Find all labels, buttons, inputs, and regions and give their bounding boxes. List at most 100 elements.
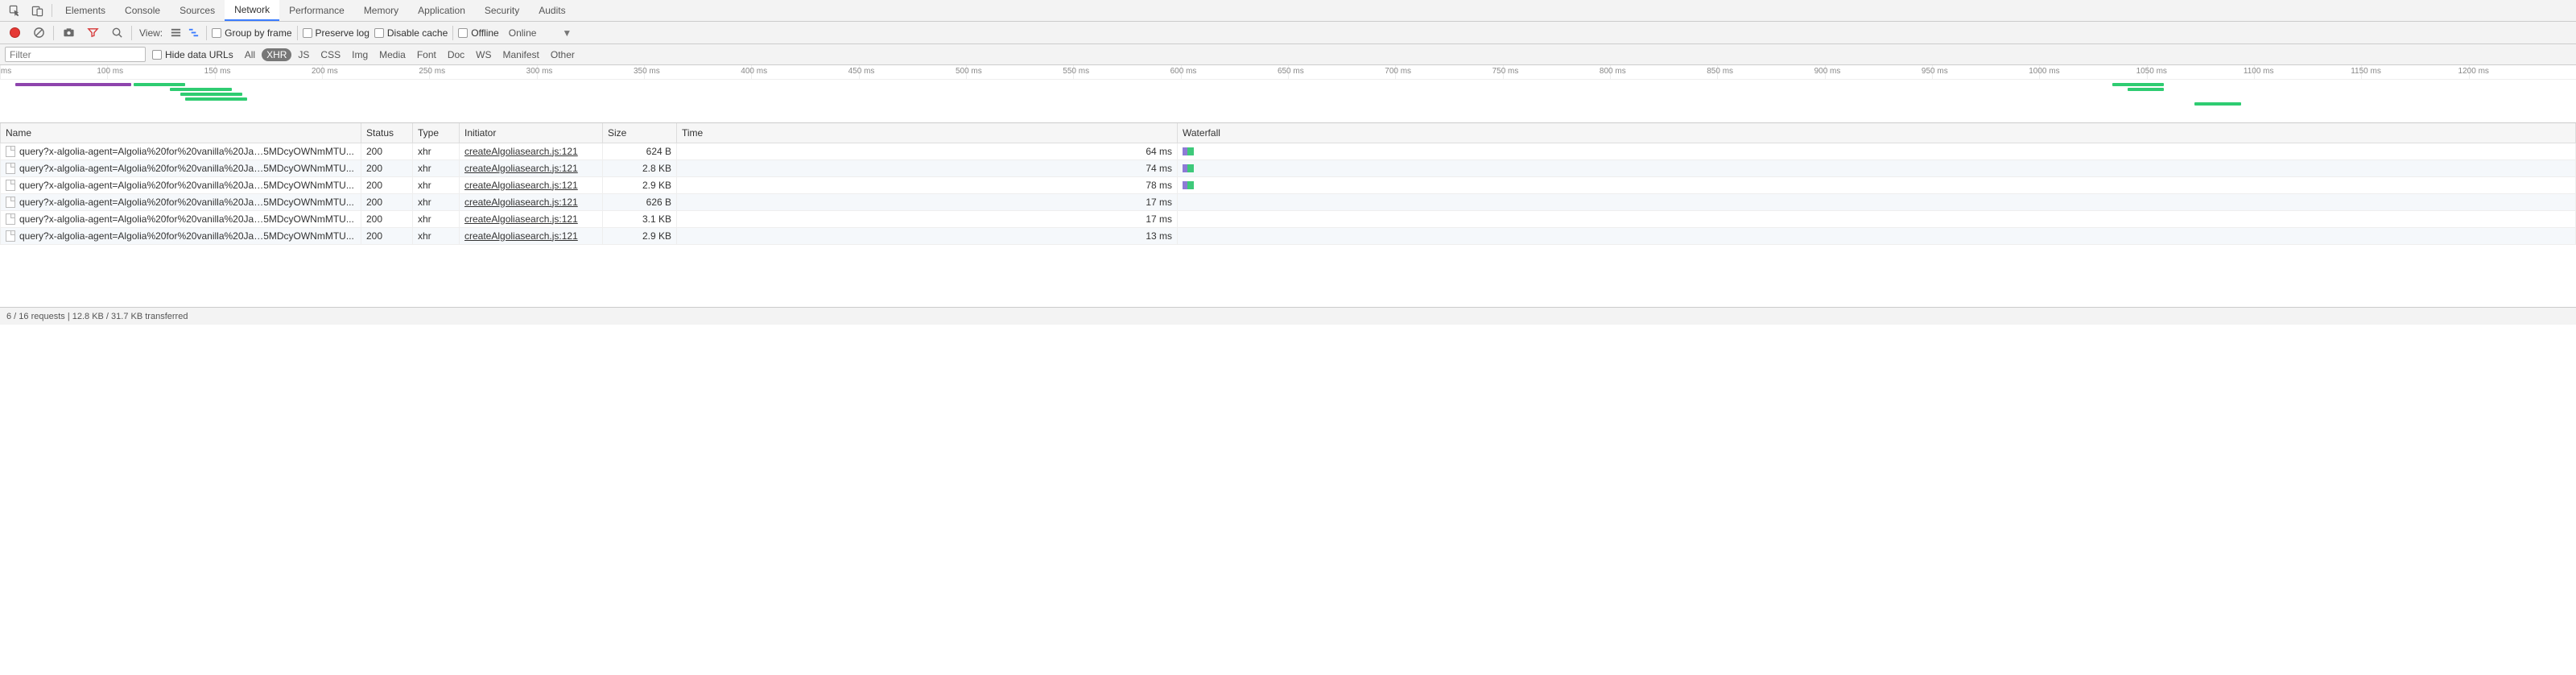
record-button[interactable]	[5, 23, 24, 43]
disable-cache-checkbox[interactable]: Disable cache	[374, 27, 448, 39]
timeline-tick: 50 ms	[0, 65, 107, 79]
column-header-initiator[interactable]: Initiator	[460, 123, 603, 143]
group-by-frame-label: Group by frame	[225, 27, 291, 39]
request-size: 2.9 KB	[603, 227, 677, 244]
waterfall-cell	[1178, 176, 2576, 193]
timeline-tick: 750 ms	[1503, 65, 1610, 79]
request-size: 2.8 KB	[603, 159, 677, 176]
initiator-link[interactable]: createAlgoliasearch.js:121	[464, 146, 578, 157]
timeline-tick: 450 ms	[859, 65, 966, 79]
preserve-log-checkbox[interactable]: Preserve log	[303, 27, 369, 39]
tab-performance[interactable]: Performance	[279, 0, 354, 21]
table-row[interactable]: query?x-algolia-agent=Algolia%20for%20va…	[1, 193, 2576, 210]
filter-type-media[interactable]: Media	[374, 48, 411, 61]
tab-network[interactable]: Network	[225, 0, 279, 21]
timeline-tick: 950 ms	[1932, 65, 2039, 79]
inspect-icon[interactable]	[3, 0, 26, 21]
filter-input[interactable]	[5, 47, 146, 62]
initiator-link[interactable]: createAlgoliasearch.js:121	[464, 163, 578, 174]
hide-data-urls-checkbox[interactable]: Hide data URLs	[152, 49, 233, 60]
timeline-tick: 300 ms	[537, 65, 644, 79]
filter-type-ws[interactable]: WS	[471, 48, 496, 61]
timeline-tick: 1200 ms	[2469, 65, 2576, 79]
search-icon[interactable]	[107, 23, 126, 43]
filter-type-css[interactable]: CSS	[316, 48, 345, 61]
column-header-type[interactable]: Type	[413, 123, 460, 143]
dropdown-chevron-icon[interactable]: ▼	[562, 27, 572, 39]
request-type: xhr	[413, 227, 460, 244]
filter-type-other[interactable]: Other	[546, 48, 580, 61]
file-icon	[6, 213, 15, 225]
tab-console[interactable]: Console	[115, 0, 170, 21]
tab-sources[interactable]: Sources	[170, 0, 225, 21]
initiator-link[interactable]: createAlgoliasearch.js:121	[464, 197, 578, 208]
request-name: query?x-algolia-agent=Algolia%20for%20va…	[19, 146, 354, 157]
filter-type-img[interactable]: Img	[347, 48, 373, 61]
capture-screenshot-icon[interactable]	[59, 23, 78, 43]
request-type: xhr	[413, 210, 460, 227]
filter-type-font[interactable]: Font	[412, 48, 441, 61]
request-time: 17 ms	[677, 193, 1178, 210]
timeline-tick: 350 ms	[644, 65, 751, 79]
request-size: 626 B	[603, 193, 677, 210]
table-row[interactable]: query?x-algolia-agent=Algolia%20for%20va…	[1, 176, 2576, 193]
waterfall-cell	[1178, 143, 2576, 159]
initiator-link[interactable]: createAlgoliasearch.js:121	[464, 180, 578, 191]
timeline-tick: 1050 ms	[2147, 65, 2254, 79]
filter-icon[interactable]	[83, 23, 102, 43]
tab-application[interactable]: Application	[408, 0, 475, 21]
request-time: 17 ms	[677, 210, 1178, 227]
column-header-waterfall[interactable]: Waterfall	[1178, 123, 2576, 143]
request-time: 64 ms	[677, 143, 1178, 159]
separator	[297, 26, 298, 40]
tab-audits[interactable]: Audits	[529, 0, 575, 21]
column-header-time[interactable]: Time	[677, 123, 1178, 143]
throttling-value: Online	[509, 27, 537, 39]
timeline-tick: 550 ms	[1073, 65, 1180, 79]
filter-type-doc[interactable]: Doc	[443, 48, 469, 61]
timeline-tick: 1000 ms	[2039, 65, 2146, 79]
throttling-dropdown[interactable]: Online	[509, 27, 537, 39]
hide-data-urls-label: Hide data URLs	[165, 49, 233, 60]
timeline-tick: 800 ms	[1610, 65, 1717, 79]
timeline-overview[interactable]: 50 ms100 ms150 ms200 ms250 ms300 ms350 m…	[0, 65, 2576, 123]
tab-security[interactable]: Security	[475, 0, 529, 21]
timeline-tick: 200 ms	[322, 65, 429, 79]
timeline-tick: 150 ms	[215, 65, 322, 79]
filter-type-xhr[interactable]: XHR	[262, 48, 291, 61]
table-row[interactable]: query?x-algolia-agent=Algolia%20for%20va…	[1, 143, 2576, 159]
request-name: query?x-algolia-agent=Algolia%20for%20va…	[19, 230, 354, 242]
tab-elements[interactable]: Elements	[56, 0, 115, 21]
table-row[interactable]: query?x-algolia-agent=Algolia%20for%20va…	[1, 159, 2576, 176]
file-icon	[6, 197, 15, 208]
initiator-link[interactable]: createAlgoliasearch.js:121	[464, 230, 578, 242]
column-header-name[interactable]: Name	[1, 123, 361, 143]
request-type: xhr	[413, 176, 460, 193]
waterfall-cell	[1178, 227, 2576, 244]
request-status: 200	[361, 227, 413, 244]
clear-icon[interactable]	[29, 23, 48, 43]
request-status: 200	[361, 210, 413, 227]
group-by-frame-checkbox[interactable]: Group by frame	[212, 27, 291, 39]
request-time: 13 ms	[677, 227, 1178, 244]
initiator-link[interactable]: createAlgoliasearch.js:121	[464, 213, 578, 225]
large-rows-icon[interactable]	[167, 25, 184, 41]
offline-checkbox[interactable]: Offline	[458, 27, 498, 39]
network-toolbar: View: Group by frame Preserve log Disabl…	[0, 22, 2576, 44]
disable-cache-label: Disable cache	[387, 27, 448, 39]
tab-memory[interactable]: Memory	[354, 0, 408, 21]
device-toggle-icon[interactable]	[26, 0, 48, 21]
filter-type-all[interactable]: All	[240, 48, 260, 61]
waterfall-cell	[1178, 193, 2576, 210]
column-header-size[interactable]: Size	[603, 123, 677, 143]
column-header-status[interactable]: Status	[361, 123, 413, 143]
table-row[interactable]: query?x-algolia-agent=Algolia%20for%20va…	[1, 210, 2576, 227]
filter-bar: Hide data URLs AllXHRJSCSSImgMediaFontDo…	[0, 44, 2576, 65]
status-bar: 6 / 16 requests | 12.8 KB / 31.7 KB tran…	[0, 307, 2576, 325]
table-row[interactable]: query?x-algolia-agent=Algolia%20for%20va…	[1, 227, 2576, 244]
waterfall-view-icon[interactable]	[185, 25, 201, 41]
filter-type-js[interactable]: JS	[293, 48, 314, 61]
timeline-tick: 1100 ms	[2254, 65, 2361, 79]
filter-type-manifest[interactable]: Manifest	[498, 48, 544, 61]
request-name: query?x-algolia-agent=Algolia%20for%20va…	[19, 197, 354, 208]
